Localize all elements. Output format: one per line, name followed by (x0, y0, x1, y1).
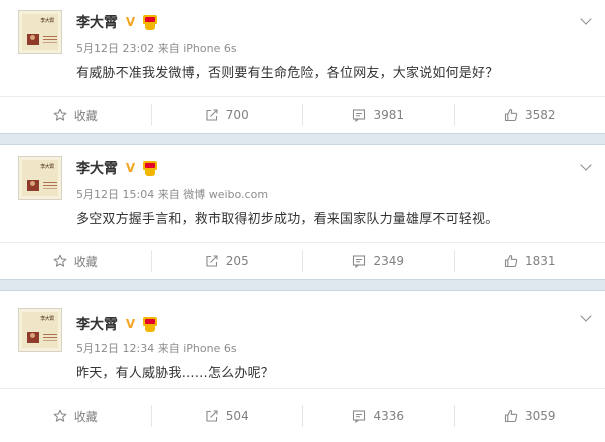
post-date[interactable]: 5月12日 (76, 342, 119, 355)
post-time[interactable]: 15:04 (123, 188, 155, 201)
chevron-down-icon[interactable] (580, 312, 591, 323)
author-name[interactable]: 李大霄 (76, 158, 118, 178)
post-date[interactable]: 5月12日 (76, 188, 119, 201)
post-card: 李大霄 李大霄 V 5月12日 12:34 来自 iPhone 6s 昨天，有人… (0, 292, 605, 434)
like-button[interactable]: 3059 (453, 405, 605, 427)
post-time[interactable]: 12:34 (123, 342, 155, 355)
share-box-icon (206, 410, 218, 422)
post-source: 微博 weibo.com (183, 188, 269, 201)
avatar-book-cover: 李大霄 (22, 14, 58, 50)
avatar[interactable]: 李大霄 (18, 308, 62, 352)
repost-button[interactable]: 504 (150, 405, 303, 427)
comment-count: 4336 (373, 409, 405, 423)
like-button[interactable]: 1831 (453, 250, 605, 272)
action-bar: 收藏 205 2349 1831 (0, 243, 605, 279)
author-row: 李大霄 V (76, 158, 158, 178)
avatar-title: 李大霄 (40, 316, 54, 322)
collect-label: 收藏 (73, 409, 98, 424)
thumbs-up-icon (504, 409, 518, 423)
weibo-feed: 李大霄 李大霄 V 5月12日 23:02 来自 iPhone 6s 有威胁不准… (0, 0, 605, 442)
author-name[interactable]: 李大霄 (76, 314, 118, 334)
avatar-text-lines (43, 36, 57, 37)
star-icon (53, 254, 67, 267)
comment-count: 3981 (373, 108, 405, 122)
post-text: 有威胁不准我发微博，否则要有生命危险，各位网友，大家说如何是好？ (76, 66, 499, 81)
post-body: 李大霄 李大霄 V 5月12日 15:04 来自 微博 weibo.com 多空… (0, 146, 605, 243)
avatar-book-cover: 李大霄 (22, 160, 58, 196)
post-date[interactable]: 5月12日 (76, 42, 119, 55)
collect-label: 收藏 (73, 108, 98, 123)
comment-box-icon (353, 410, 366, 423)
author-row: 李大霄 V (76, 314, 158, 334)
post-body: 李大霄 李大霄 V 5月12日 23:02 来自 iPhone 6s 有威胁不准… (0, 0, 605, 97)
collect-button[interactable]: 收藏 (0, 250, 151, 272)
repost-count: 700 (225, 108, 249, 122)
avatar-text-lines (43, 182, 57, 183)
avatar-photo (27, 332, 39, 343)
thumbs-up-icon (504, 254, 518, 268)
verified-v-icon[interactable]: V (124, 15, 137, 29)
repost-count: 504 (225, 409, 249, 423)
avatar-photo (27, 180, 39, 191)
action-bar: 收藏 700 3981 3582 (0, 97, 605, 133)
chevron-down-icon[interactable] (580, 161, 591, 172)
like-count: 3582 (524, 108, 556, 122)
like-count: 3059 (524, 409, 556, 423)
share-box-icon (206, 255, 218, 267)
collect-label: 收藏 (73, 254, 98, 269)
avatar-title: 李大霄 (40, 18, 54, 24)
author-row: 李大霄 V (76, 12, 158, 32)
collect-button[interactable]: 收藏 (0, 104, 151, 126)
member-crown-icon[interactable] (142, 160, 158, 176)
source-prefix: 来自 (157, 188, 180, 201)
avatar-title: 李大霄 (40, 164, 54, 170)
post-meta: 5月12日 12:34 来自 iPhone 6s (76, 340, 237, 356)
member-crown-icon[interactable] (142, 316, 158, 332)
post-card: 李大霄 李大霄 V 5月12日 23:02 来自 iPhone 6s 有威胁不准… (0, 0, 605, 133)
action-bar: 收藏 504 4336 3059 (0, 398, 605, 434)
avatar[interactable]: 李大霄 (18, 156, 62, 200)
like-count: 1831 (524, 254, 556, 268)
comment-button[interactable]: 4336 (302, 405, 454, 427)
avatar-text-lines (43, 334, 57, 335)
post-body: 李大霄 李大霄 V 5月12日 12:34 来自 iPhone 6s 昨天，有人… (0, 292, 605, 389)
comment-button[interactable]: 3981 (302, 104, 454, 126)
post-text: 昨天，有人威胁我……怎么办呢？ (76, 366, 275, 381)
avatar-photo (27, 34, 39, 45)
verified-v-icon[interactable]: V (124, 317, 137, 331)
comment-button[interactable]: 2349 (302, 250, 454, 272)
star-icon (53, 409, 67, 422)
post-time[interactable]: 23:02 (123, 42, 155, 55)
like-button[interactable]: 3582 (453, 104, 605, 126)
post-separator (0, 279, 605, 291)
post-text: 多空双方握手言和，救市取得初步成功，看来国家队力量雄厚不可轻视。 (76, 212, 499, 227)
post-meta: 5月12日 15:04 来自 微博 weibo.com (76, 186, 268, 202)
repost-button[interactable]: 205 (150, 250, 303, 272)
source-prefix: 来自 (157, 42, 180, 55)
source-prefix: 来自 (157, 342, 180, 355)
collect-button[interactable]: 收藏 (0, 405, 151, 427)
post-source: iPhone 6s (183, 342, 237, 355)
avatar[interactable]: 李大霄 (18, 10, 62, 54)
repost-count: 205 (225, 254, 249, 268)
thumbs-up-icon (504, 108, 518, 122)
repost-button[interactable]: 700 (150, 104, 303, 126)
star-icon (53, 108, 67, 121)
comment-count: 2349 (373, 254, 405, 268)
author-name[interactable]: 李大霄 (76, 12, 118, 32)
member-crown-icon[interactable] (142, 14, 158, 30)
avatar-book-cover: 李大霄 (22, 312, 58, 348)
chevron-down-icon[interactable] (580, 15, 591, 26)
share-box-icon (206, 109, 218, 121)
verified-v-icon[interactable]: V (124, 161, 137, 175)
post-card: 李大霄 李大霄 V 5月12日 15:04 来自 微博 weibo.com 多空… (0, 146, 605, 279)
post-source: iPhone 6s (183, 42, 237, 55)
post-meta: 5月12日 23:02 来自 iPhone 6s (76, 40, 237, 56)
comment-box-icon (353, 255, 366, 268)
comment-box-icon (353, 109, 366, 122)
post-separator (0, 133, 605, 145)
